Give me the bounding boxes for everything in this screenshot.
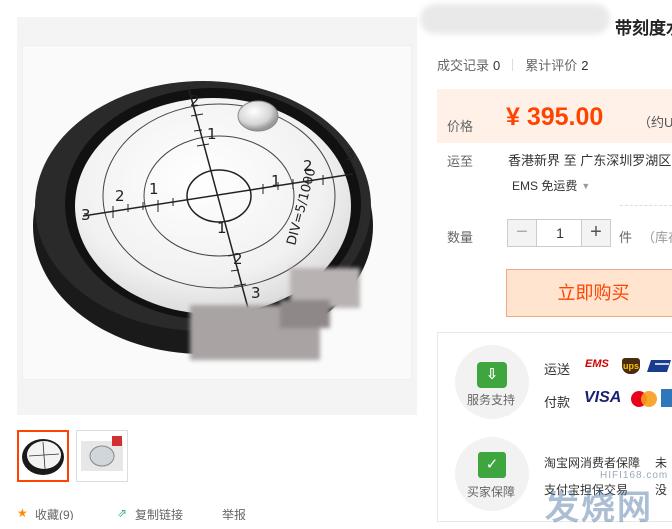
shipping-method-select[interactable]: EMS 免运费 ▼	[512, 177, 590, 194]
service-support-label: 服务支持	[467, 393, 516, 407]
blur-overlay	[280, 300, 330, 328]
ems-logo: EMS	[585, 358, 609, 370]
star-icon: ★	[17, 508, 28, 520]
shipping-method-label: EMS 免运费	[512, 179, 578, 193]
scale-number: 3	[345, 146, 355, 164]
shipping-label: 运至	[447, 154, 474, 169]
delivery-icon: ⇩	[477, 362, 507, 388]
title-blur	[420, 4, 610, 34]
guarantee-consumer[interactable]: 淘宝网消费者保障	[544, 454, 640, 471]
price-approx: （约U	[638, 115, 672, 130]
caret-down-icon: ▼	[581, 181, 591, 191]
decrement-button[interactable]: −	[508, 220, 537, 246]
report-link[interactable]: 举报	[222, 508, 246, 520]
thumbnail-1[interactable]	[17, 430, 69, 482]
stock-info: （库存	[642, 230, 672, 245]
quantity-input[interactable]: 1	[537, 220, 583, 246]
guarantee-extra: 未	[655, 456, 668, 470]
share-icon: ⇗	[117, 508, 128, 520]
quantity-unit: 件	[619, 230, 633, 245]
scale-number: 1	[217, 219, 227, 237]
favorite-link[interactable]: 收藏(9)	[35, 508, 74, 520]
quantity-label: 数量	[447, 230, 474, 245]
scale-number: 2	[233, 250, 243, 268]
divider	[620, 205, 672, 206]
ups-logo: ups	[622, 358, 640, 374]
payment-row-label: 付款	[544, 395, 571, 410]
sales-label[interactable]: 成交记录	[437, 58, 489, 73]
buy-now-button[interactable]: 立即购买	[506, 269, 672, 317]
price-label: 价格	[447, 119, 474, 134]
scale-number: 2	[190, 92, 200, 110]
image-actions: ★ 收藏(9) ⇗ 复制链接 举报	[17, 508, 417, 520]
increment-button[interactable]: +	[581, 220, 610, 246]
visa-logo: VISA	[584, 389, 622, 406]
dhl-logo	[647, 358, 671, 374]
reviews-count: 2	[581, 58, 589, 73]
scale-number: 1	[271, 172, 281, 190]
product-stats: 成交记录 0 累计评价 2	[437, 55, 589, 74]
shipping-route[interactable]: 香港新界 至 广东深圳罗湖区	[508, 150, 671, 169]
shield-icon: ✓	[478, 452, 506, 478]
scale-number: 3	[81, 206, 91, 224]
price-value: ¥ 395.00	[506, 103, 604, 131]
guarantee-extra: 没	[655, 483, 668, 497]
scale-number: 1	[207, 125, 217, 143]
reviews-label[interactable]: 累计评价	[525, 58, 577, 73]
scale-number: 2	[115, 187, 125, 205]
quantity-stepper: − 1 +	[507, 219, 611, 247]
amex-logo	[661, 389, 672, 407]
copy-link[interactable]: 复制链接	[135, 508, 183, 520]
mastercard-logo	[631, 391, 657, 407]
thumbnail-2[interactable]	[76, 430, 128, 482]
shipping-row-label: 运送	[544, 362, 571, 377]
scale-number: 1	[149, 180, 159, 198]
sales-count: 0	[493, 58, 501, 73]
buyer-protection-label: 买家保障	[467, 485, 516, 499]
scale-number: 3	[251, 284, 261, 302]
watermark-logo: 发烧网	[545, 489, 653, 527]
product-title: 带刻度水	[615, 19, 672, 38]
